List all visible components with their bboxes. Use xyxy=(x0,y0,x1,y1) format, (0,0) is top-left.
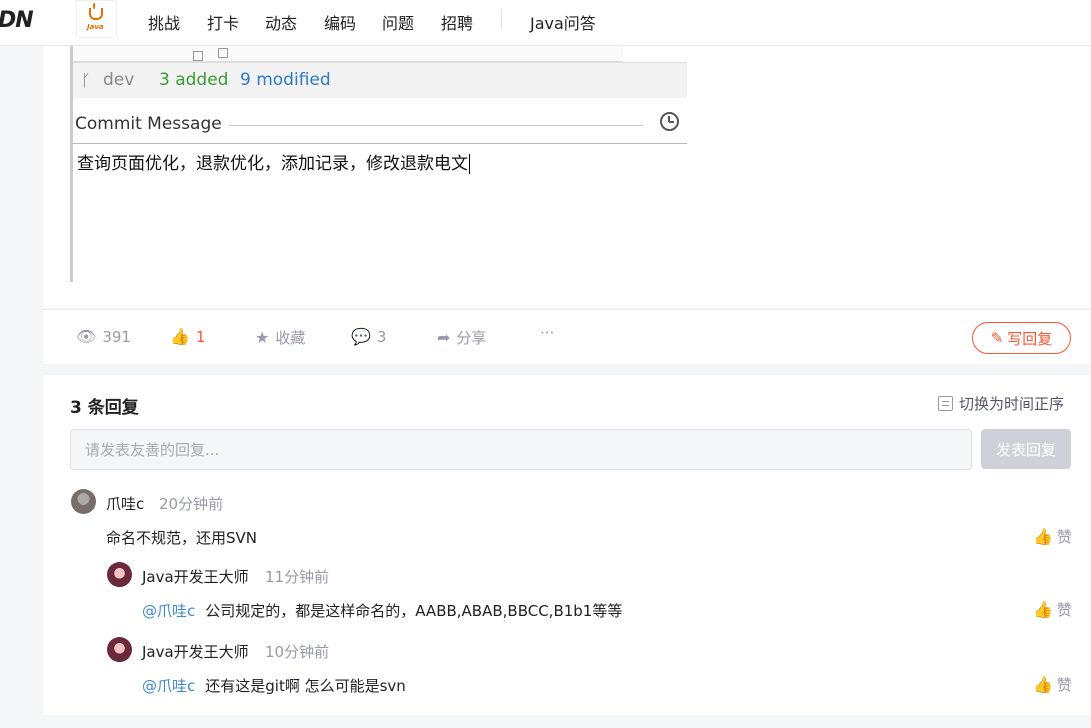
nav-item-coding[interactable]: 编码 xyxy=(324,10,356,34)
branch-name: dev xyxy=(103,70,135,90)
modified-count: 9 modified xyxy=(240,70,331,90)
comment-count: 3 xyxy=(376,327,387,346)
commit-message-label: Commit Message xyxy=(75,114,222,134)
collect-button[interactable]: ★ 收藏 xyxy=(255,327,305,348)
nav-item-questions[interactable]: 问题 xyxy=(382,10,414,34)
post-content: ᚴ dev 3 added 9 modified Commit Message … xyxy=(43,46,1091,308)
more-button[interactable]: ··· xyxy=(540,324,554,342)
collect-label: 收藏 xyxy=(275,329,306,347)
share-button[interactable]: ➦ 分享 xyxy=(437,327,486,348)
mention-link[interactable]: @爪哇c xyxy=(142,677,195,695)
checkbox-icon xyxy=(193,51,203,61)
comment-icon: 💬 xyxy=(351,327,371,346)
avatar[interactable] xyxy=(107,562,132,587)
branch-icon: ᚴ xyxy=(81,71,91,90)
reply-like-button[interactable]: 👍 赞 xyxy=(1033,599,1072,620)
post-action-bar: 👁 391 👍 1 ★ 收藏 💬 3 ➦ 分享 ··· ✎ 写回复 xyxy=(43,309,1091,364)
file-list-fragment xyxy=(73,46,623,62)
submit-reply-button[interactable]: 发表回复 xyxy=(981,429,1071,469)
reply-input[interactable] xyxy=(70,429,972,470)
avatar[interactable] xyxy=(107,637,132,662)
commit-message-box: 查询页面优化，退款优化，添加记录，修改退款电文 xyxy=(73,143,687,282)
reply-time: 10分钟前 xyxy=(265,643,330,661)
reply-username[interactable]: Java开发王大师 xyxy=(142,566,249,587)
added-count: 3 added xyxy=(159,70,229,90)
like-label: 赞 xyxy=(1056,528,1072,546)
comments-section: 3 条回复 切换为时间正序 发表回复 爪哇c 20分钟前 命名不规范，还用SVN… xyxy=(43,375,1091,715)
java-cup-icon xyxy=(89,8,103,20)
nav-item-jobs[interactable]: 招聘 xyxy=(441,10,473,34)
view-count: 👁 391 xyxy=(76,327,131,346)
sort-label: 切换为时间正序 xyxy=(959,395,1065,413)
branch-bar: ᚴ dev 3 added 9 modified xyxy=(73,62,687,98)
reply-username[interactable]: Java开发王大师 xyxy=(142,641,249,662)
brand-logo[interactable]: DN xyxy=(0,8,34,33)
share-icon: ➦ xyxy=(437,328,451,347)
thumbs-up-icon: 👍 xyxy=(1033,675,1053,694)
nav-divider xyxy=(501,9,502,29)
divider xyxy=(229,125,643,126)
comment-username[interactable]: 爪哇c xyxy=(106,493,144,514)
view-count-value: 391 xyxy=(102,327,131,346)
like-label: 赞 xyxy=(1056,601,1072,619)
nav-item-checkin[interactable]: 打卡 xyxy=(207,10,239,34)
write-reply-button[interactable]: ✎ 写回复 xyxy=(972,322,1071,354)
share-label: 分享 xyxy=(456,329,487,347)
checkbox-icon xyxy=(218,48,228,58)
reply-time: 11分钟前 xyxy=(265,568,330,586)
eye-icon: 👁 xyxy=(76,327,97,346)
comments-title: 3 条回复 xyxy=(70,398,139,418)
clock-icon xyxy=(660,112,679,131)
like-label: 赞 xyxy=(1056,676,1072,694)
reply-like-button[interactable]: 👍 赞 xyxy=(1033,674,1072,695)
comment-time: 20分钟前 xyxy=(159,495,224,513)
sort-toggle[interactable]: 切换为时间正序 xyxy=(938,393,1064,414)
embedded-screenshot: ᚴ dev 3 added 9 modified Commit Message … xyxy=(70,46,687,282)
thumbs-up-icon: 👍 xyxy=(1033,600,1053,619)
sort-icon xyxy=(938,396,953,411)
mention-link[interactable]: @爪哇c xyxy=(142,602,195,620)
top-nav: DN Java 挑战 打卡 动态 编码 问题 招聘 Java问答 xyxy=(0,0,1091,46)
commit-message-text: 查询页面优化，退款优化，添加记录，修改退款电文 xyxy=(77,154,470,174)
nav-item-activity[interactable]: 动态 xyxy=(265,10,297,34)
avatar[interactable] xyxy=(71,489,96,514)
comment-text: 命名不规范，还用SVN xyxy=(106,529,258,547)
pencil-icon: ✎ xyxy=(990,330,1004,347)
star-icon: ★ xyxy=(255,328,270,347)
comment-like-button[interactable]: 👍 赞 xyxy=(1033,526,1072,547)
logo-text: Java xyxy=(87,23,104,31)
nav-item-challenge[interactable]: 挑战 xyxy=(148,10,180,34)
nav-item-java-qa[interactable]: Java问答 xyxy=(530,10,596,34)
like-count: 1 xyxy=(195,327,206,346)
write-reply-label: 写回复 xyxy=(1007,330,1053,348)
like-button[interactable]: 👍 1 xyxy=(170,327,205,346)
thumbs-up-icon: 👍 xyxy=(1033,527,1053,546)
thumbs-up-icon: 👍 xyxy=(170,327,190,346)
more-icon: ··· xyxy=(540,324,555,342)
community-logo[interactable]: Java xyxy=(76,0,117,38)
comment-button[interactable]: 💬 3 xyxy=(351,327,386,346)
reply-text: @爪哇c 公司规定的，都是这样命名的，AABB,ABAB,BBCC,B1b1等等 xyxy=(142,602,623,620)
page-background xyxy=(43,715,1091,728)
reply-text: @爪哇c 还有这是git啊 怎么可能是svn xyxy=(142,677,406,695)
text-caret xyxy=(469,154,470,174)
